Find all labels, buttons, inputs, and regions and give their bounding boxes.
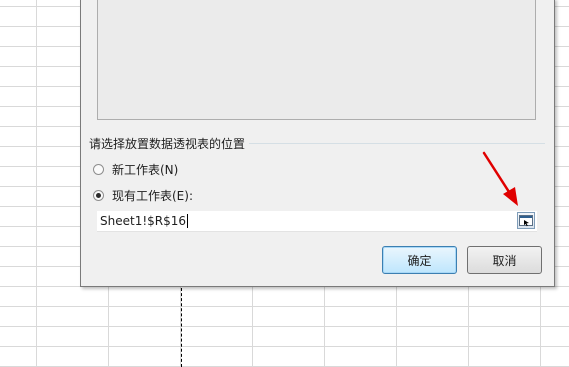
radio-existing-worksheet-circle[interactable] xyxy=(93,190,104,201)
text-caret xyxy=(187,214,189,228)
red-arrow-icon xyxy=(482,151,518,206)
radio-new-worksheet-label[interactable]: 新工作表(N) xyxy=(112,161,178,178)
range-select-button[interactable] xyxy=(517,212,535,229)
ok-button[interactable]: 确定 xyxy=(382,246,457,274)
copy-marquee-border xyxy=(181,288,182,367)
source-data-panel xyxy=(97,0,536,120)
cancel-button[interactable]: 取消 xyxy=(467,246,542,274)
radio-new-worksheet[interactable]: 新工作表(N) xyxy=(93,161,178,178)
radio-existing-worksheet[interactable]: 现有工作表(E): xyxy=(93,187,193,204)
location-input[interactable]: Sheet1!$R$16 xyxy=(97,211,537,232)
placement-group-label: 请选择放置数据透视表的位置 xyxy=(89,135,250,152)
create-pivot-table-dialog: 请选择放置数据透视表的位置 新工作表(N) 现有工作表(E): Sheet1!$… xyxy=(80,0,555,287)
radio-existing-worksheet-label[interactable]: 现有工作表(E): xyxy=(112,187,193,204)
location-input-value[interactable]: Sheet1!$R$16 xyxy=(97,214,186,228)
radio-new-worksheet-circle[interactable] xyxy=(93,164,104,175)
range-select-icon xyxy=(519,215,533,227)
